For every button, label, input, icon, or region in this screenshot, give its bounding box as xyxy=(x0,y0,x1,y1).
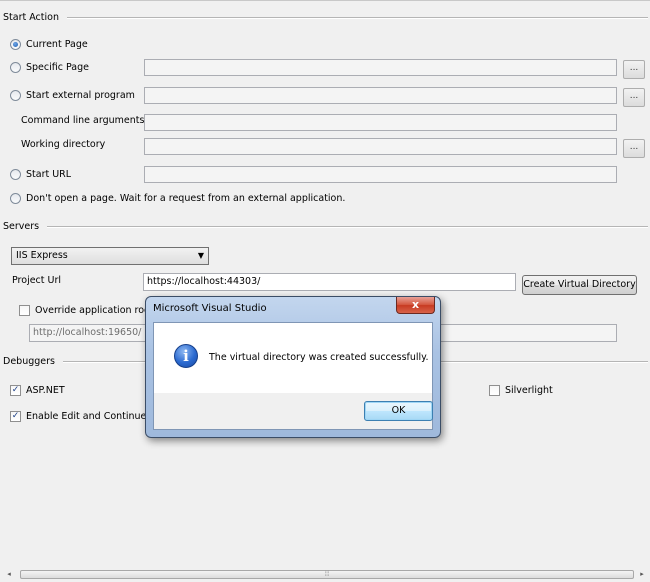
radio-dont-open-page[interactable]: Don't open a page. Wait for a request fr… xyxy=(10,191,345,205)
silverlight-debugger-label: Silverlight xyxy=(505,384,553,396)
radio-start-external-program-label: Start external program xyxy=(26,89,135,101)
edit-and-continue-checkbox[interactable]: ✓ Enable Edit and Continue xyxy=(10,409,146,423)
specific-page-input[interactable] xyxy=(144,59,617,76)
checkmark-icon: ✓ xyxy=(10,384,21,396)
command-line-arguments-label: Command line arguments xyxy=(21,115,145,126)
scrollbar-grip-icon: ⦙⦙⦙ xyxy=(324,570,330,578)
section-divider xyxy=(47,225,648,228)
server-select[interactable]: IIS Express ▼ xyxy=(11,247,209,265)
radio-start-url[interactable]: Start URL xyxy=(10,167,71,181)
top-divider xyxy=(0,0,650,1)
dialog-message-area: i The virtual directory was created succ… xyxy=(154,323,432,393)
working-directory-label: Working directory xyxy=(21,139,106,150)
dialog-message: The virtual directory was created succes… xyxy=(209,352,429,363)
radio-start-url-label: Start URL xyxy=(26,168,72,180)
radio-dont-open-page-label: Don't open a page. Wait for a request fr… xyxy=(26,192,346,204)
scrollbar-thumb[interactable]: ⦙⦙⦙ xyxy=(20,570,634,579)
dropdown-arrow-icon: ▼ xyxy=(197,251,204,260)
radio-unselected-icon xyxy=(10,89,21,101)
command-line-arguments-input[interactable] xyxy=(144,114,617,131)
radio-unselected-icon xyxy=(10,168,21,180)
checkmark-icon: ✓ xyxy=(10,410,21,422)
radio-start-external-program[interactable]: Start external program xyxy=(10,88,135,102)
checkbox-unchecked-icon xyxy=(19,304,30,316)
aspnet-debugger-checkbox[interactable]: ✓ ASP.NET xyxy=(10,383,65,397)
info-icon: i xyxy=(174,344,198,368)
radio-unselected-icon xyxy=(10,61,21,73)
create-virtual-directory-button[interactable]: Create Virtual Directory xyxy=(522,275,637,295)
horizontal-scrollbar[interactable]: ◂ ⦙⦙⦙ ▸ xyxy=(0,567,650,582)
working-directory-input[interactable] xyxy=(144,138,617,155)
radio-current-page-label: Current Page xyxy=(26,38,88,50)
debuggers-header: Debuggers xyxy=(3,355,55,367)
start-action-section-header: Start Action xyxy=(0,10,648,24)
radio-unselected-icon xyxy=(10,192,21,204)
ok-button[interactable]: OK xyxy=(364,401,433,421)
specific-page-browse-button[interactable]: ... xyxy=(623,60,645,79)
edit-and-continue-label: Enable Edit and Continue xyxy=(26,410,147,422)
message-dialog: Microsoft Visual Studio x i The virtual … xyxy=(145,296,441,438)
external-program-browse-button[interactable]: ... xyxy=(623,88,645,107)
project-url-label: Project Url xyxy=(12,275,62,286)
server-select-value: IIS Express xyxy=(16,250,68,261)
checkbox-unchecked-icon xyxy=(489,384,500,396)
external-program-input[interactable] xyxy=(144,87,617,104)
servers-header: Servers xyxy=(3,220,40,232)
working-directory-browse-button[interactable]: ... xyxy=(623,139,645,158)
radio-specific-page[interactable]: Specific Page xyxy=(10,60,89,74)
scroll-right-icon[interactable]: ▸ xyxy=(636,569,648,580)
section-divider xyxy=(66,16,648,19)
radio-current-page[interactable]: Current Page xyxy=(10,37,88,51)
dialog-body: i The virtual directory was created succ… xyxy=(153,322,433,430)
scroll-left-icon[interactable]: ◂ xyxy=(3,569,15,580)
radio-specific-page-label: Specific Page xyxy=(26,61,89,73)
aspnet-debugger-label: ASP.NET xyxy=(26,384,65,396)
project-url-input[interactable]: https://localhost:44303/ xyxy=(143,273,516,291)
servers-section-header: Servers xyxy=(0,219,648,233)
close-icon[interactable]: x xyxy=(396,297,435,314)
start-action-header: Start Action xyxy=(3,11,59,23)
dialog-title: Microsoft Visual Studio xyxy=(153,303,267,314)
start-url-input[interactable] xyxy=(144,166,617,183)
radio-selected-icon xyxy=(10,38,21,50)
silverlight-debugger-checkbox[interactable]: Silverlight xyxy=(489,383,553,397)
